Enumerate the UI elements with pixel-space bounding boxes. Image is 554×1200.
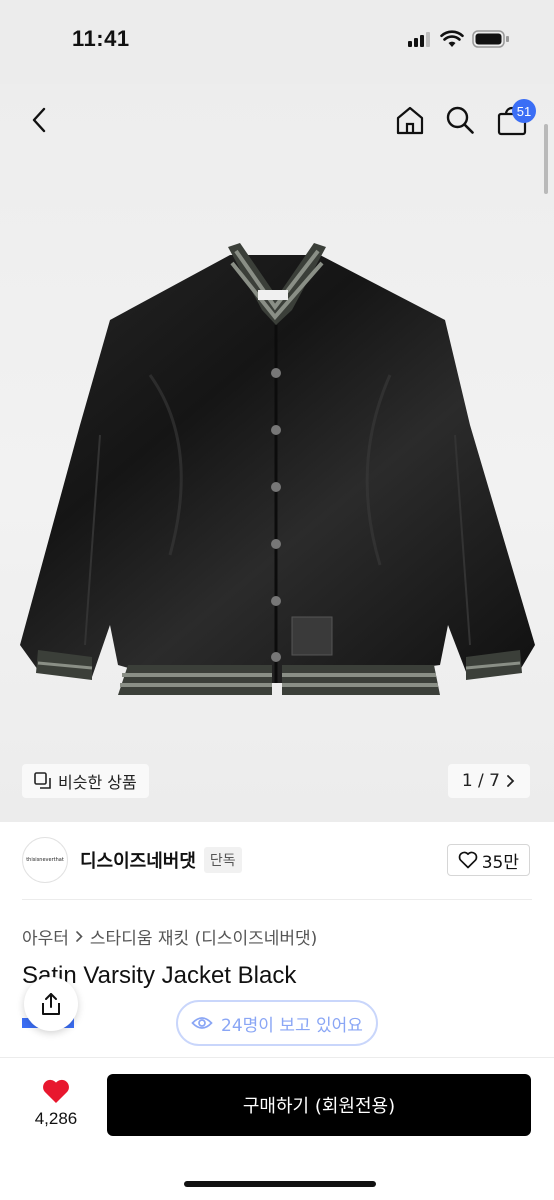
breadcrumb-subcategory[interactable]: 스타디움 재킷 (디스이즈네버댓) bbox=[90, 924, 317, 949]
cart-count-badge: 51 bbox=[512, 99, 536, 123]
pager-text: 1 / 7 bbox=[461, 771, 500, 791]
heart-filled-icon bbox=[43, 1079, 69, 1103]
brand-logo: thisisneverthat bbox=[22, 837, 68, 883]
home-button[interactable] bbox=[388, 96, 432, 144]
signal-icon bbox=[408, 32, 430, 47]
search-icon bbox=[446, 106, 474, 134]
gallery-pager[interactable]: 1 / 7 bbox=[447, 764, 530, 798]
breadcrumb-category[interactable]: 아우터 bbox=[22, 924, 69, 949]
scroll-indicator bbox=[544, 124, 548, 194]
status-time: 11:41 bbox=[72, 26, 130, 51]
buy-button[interactable]: 구매하기 (회원전용) bbox=[107, 1074, 531, 1136]
favorite-button[interactable]: 4,286 bbox=[26, 1078, 86, 1129]
top-navigation: 51 bbox=[0, 96, 554, 148]
chevron-right-icon bbox=[507, 775, 515, 787]
product-image bbox=[20, 243, 535, 695]
wifi-icon bbox=[440, 30, 464, 47]
brand-name[interactable]: 디스이즈네버댓 bbox=[80, 847, 196, 873]
divider bbox=[22, 899, 532, 900]
similar-products-button[interactable]: 비슷한 상품 bbox=[22, 764, 149, 798]
product-gallery[interactable]: 11:41 51 비슷한 상품 1 / 7 bbox=[0, 0, 554, 822]
bottom-action-bar: 4,286 구매하기 (회원전용) bbox=[0, 1058, 554, 1200]
brand-exclusive-tag: 단독 bbox=[203, 847, 242, 873]
share-icon bbox=[42, 993, 60, 1015]
viewers-indicator: 24명이 보고 있어요 bbox=[176, 1000, 378, 1046]
share-button[interactable] bbox=[24, 977, 78, 1031]
search-button[interactable] bbox=[438, 96, 482, 144]
battery-icon bbox=[472, 30, 509, 48]
heart-outline-icon bbox=[458, 851, 478, 869]
viewers-label: 24명이 보고 있어요 bbox=[221, 1015, 363, 1036]
brand-like-count: 35만 bbox=[481, 852, 519, 873]
status-icons bbox=[408, 30, 510, 48]
similar-icon bbox=[34, 772, 51, 789]
similar-products-label: 비슷한 상품 bbox=[58, 773, 137, 792]
breadcrumb: 아우터 스타디움 재킷 (디스이즈네버댓) bbox=[22, 924, 317, 949]
back-button[interactable] bbox=[18, 96, 62, 144]
home-icon bbox=[396, 106, 424, 135]
eye-icon bbox=[191, 1017, 213, 1029]
brand-like-button[interactable]: 35만 bbox=[446, 844, 530, 876]
cart-button[interactable]: 51 bbox=[490, 96, 536, 144]
favorite-count: 4,286 bbox=[34, 1109, 78, 1128]
chevron-right-icon bbox=[76, 931, 83, 942]
back-arrow-icon bbox=[32, 107, 46, 133]
home-indicator bbox=[184, 1181, 376, 1187]
status-bar: 11:41 bbox=[0, 0, 554, 84]
brand-row[interactable]: thisisneverthat 디스이즈네버댓 단독 35만 bbox=[22, 836, 532, 884]
